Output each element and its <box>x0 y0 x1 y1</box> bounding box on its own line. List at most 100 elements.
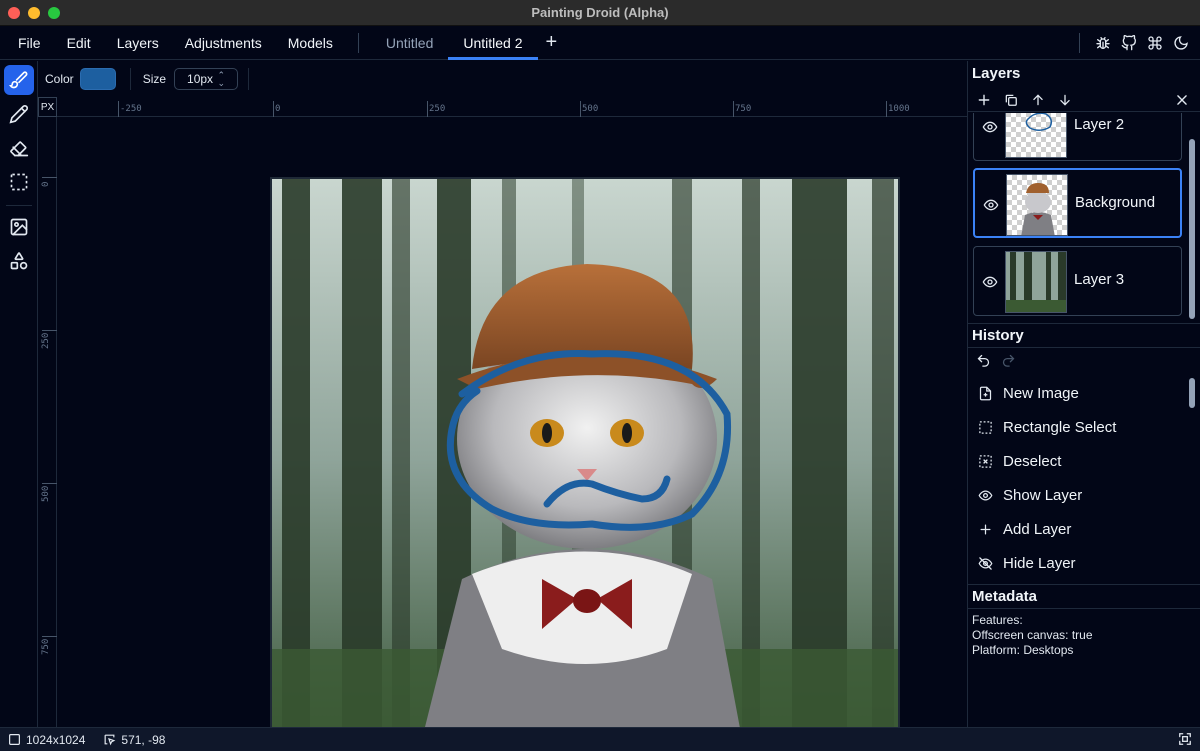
remove-layer-close-icon[interactable] <box>1171 90 1193 110</box>
panel-divider <box>968 323 1200 324</box>
github-icon[interactable] <box>1120 34 1138 52</box>
canvas-area[interactable] <box>58 118 967 727</box>
command-icon[interactable] <box>1146 34 1164 52</box>
menu-edit[interactable]: Edit <box>54 26 104 60</box>
ruler-label: 750 <box>41 638 51 655</box>
maximize-window-button[interactable] <box>48 7 60 19</box>
metadata-line: Platform: Desktops <box>972 643 1074 657</box>
minimize-window-button[interactable] <box>28 7 40 19</box>
side-panel: Layers Layer 2 Background Layer 3 Histor… <box>967 61 1200 727</box>
plus-icon <box>976 520 994 538</box>
fit-screen-icon[interactable] <box>1178 732 1192 749</box>
image-tool-button[interactable] <box>4 212 34 242</box>
panel-divider <box>968 584 1200 585</box>
metadata-panel-title: Metadata <box>972 588 1038 605</box>
status-bar: 1024x1024 571, -98 <box>0 727 1200 751</box>
ruler-label: 500 <box>41 485 51 502</box>
history-item[interactable]: Add Layer <box>976 514 1071 544</box>
close-window-button[interactable] <box>8 7 20 19</box>
tool-options-bar: Color Size 10px ⌃ ⌄ <box>38 61 967 97</box>
layers-list: Layer 2 Background Layer 3 <box>968 113 1200 323</box>
pencil-tool-button[interactable] <box>4 99 34 129</box>
layer-item-layer-2[interactable]: Layer 2 <box>973 113 1182 161</box>
cursor-position-status: 571, -98 <box>103 733 165 747</box>
select-rect-icon <box>976 418 994 436</box>
history-scrollbar[interactable] <box>1189 378 1195 408</box>
history-controls <box>976 353 1016 368</box>
bug-icon[interactable] <box>1094 34 1112 52</box>
panel-divider <box>968 347 1200 348</box>
history-item[interactable]: New Image <box>976 378 1079 408</box>
ruler-label: 0 <box>275 104 281 114</box>
tab-untitled-2[interactable]: Untitled 2 <box>448 26 538 60</box>
brush-icon <box>9 71 28 89</box>
metadata-line: Features: <box>972 613 1023 627</box>
eye-icon[interactable] <box>982 119 998 135</box>
tab-untitled[interactable]: Untitled <box>371 26 448 60</box>
size-label: Size <box>142 72 167 86</box>
eye-icon[interactable] <box>983 197 999 213</box>
ruler-label: 1000 <box>888 104 910 114</box>
duplicate-layer-icon[interactable] <box>1000 90 1022 110</box>
select-rect-icon <box>10 173 28 191</box>
shapes-tool-button[interactable] <box>4 246 34 276</box>
layer-thumbnail <box>1005 113 1067 158</box>
eraser-tool-button[interactable] <box>4 133 34 163</box>
deselect-icon <box>976 452 994 470</box>
eye-icon <box>976 486 994 504</box>
ruler-tick <box>42 330 57 331</box>
brush-size-select[interactable]: 10px ⌃ ⌄ <box>174 68 239 90</box>
history-item[interactable]: Show Layer <box>976 480 1082 510</box>
menu-layers[interactable]: Layers <box>104 26 172 60</box>
add-tab-button[interactable]: + <box>538 26 566 60</box>
redo-icon[interactable] <box>1001 353 1016 368</box>
ruler-label: -250 <box>120 104 142 114</box>
history-item[interactable]: Hide Layer <box>976 548 1076 578</box>
color-picker-swatch[interactable] <box>79 68 116 90</box>
eye-off-icon <box>976 554 994 572</box>
layer-name: Layer 2 <box>1074 116 1125 133</box>
theme-moon-icon[interactable] <box>1172 34 1190 52</box>
cursor-icon <box>104 734 116 746</box>
layers-panel-title: Layers <box>972 65 1021 82</box>
ruler-label: 0 <box>41 181 51 187</box>
layer-name: Layer 3 <box>1074 271 1125 288</box>
eye-icon[interactable] <box>982 274 998 290</box>
layer-name: Background <box>1075 194 1156 211</box>
tool-bar <box>0 61 38 727</box>
panel-divider <box>968 608 1200 609</box>
move-layer-up-icon[interactable] <box>1027 90 1049 110</box>
ruler-tick <box>427 101 428 117</box>
title-bar: Painting Droid (Alpha) <box>0 0 1200 26</box>
image-size-status: 1024x1024 <box>8 733 85 747</box>
ruler-tick <box>42 177 57 178</box>
undo-icon[interactable] <box>976 353 991 368</box>
horizontal-ruler: -250 0 250 500 750 1000 <box>57 97 967 117</box>
layer-item-background[interactable]: Background <box>973 168 1182 238</box>
eraser-icon <box>10 141 29 157</box>
pencil-icon <box>9 105 28 124</box>
ruler-tick <box>118 101 119 117</box>
brush-tool-button[interactable] <box>4 65 34 95</box>
add-layer-plus-icon[interactable] <box>973 90 995 110</box>
layer-thumbnail <box>1005 251 1067 313</box>
rectangle-select-tool-button[interactable] <box>4 167 34 197</box>
image-icon <box>10 218 28 236</box>
history-item[interactable]: Rectangle Select <box>976 412 1116 442</box>
ruler-unit[interactable]: PX <box>38 97 57 117</box>
metadata-line: Offscreen canvas: true <box>972 628 1093 642</box>
ruler-tick <box>273 101 274 117</box>
move-layer-down-icon[interactable] <box>1054 90 1076 110</box>
layers-scrollbar[interactable] <box>1189 139 1195 319</box>
menu-models[interactable]: Models <box>275 26 346 60</box>
ruler-tick <box>580 101 581 117</box>
chevron-updown-icon: ⌃ ⌄ <box>217 70 226 88</box>
menu-file[interactable]: File <box>0 26 54 60</box>
menu-bar: File Edit Layers Adjustments Models Unti… <box>0 26 1200 60</box>
history-item[interactable]: Deselect <box>976 446 1061 476</box>
layer-item-layer-3[interactable]: Layer 3 <box>973 246 1182 316</box>
header-divider <box>1079 33 1080 53</box>
menu-adjustments[interactable]: Adjustments <box>172 26 275 60</box>
document-canvas[interactable] <box>270 177 900 727</box>
shapes-icon <box>10 252 28 270</box>
